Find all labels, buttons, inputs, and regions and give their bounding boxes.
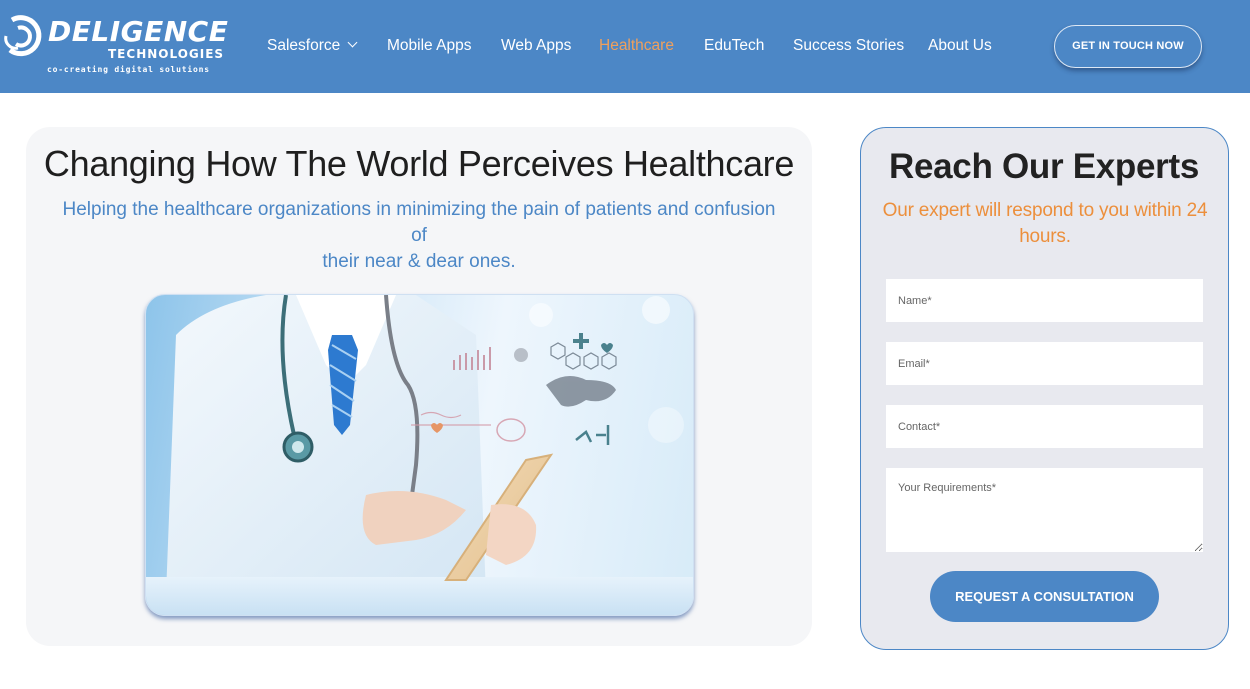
nav-item-edutech[interactable]: EduTech — [704, 34, 764, 58]
nav-item-label: Web Apps — [501, 37, 572, 54]
name-field[interactable] — [886, 279, 1203, 322]
nav-item-about-us[interactable]: About Us — [928, 34, 992, 58]
nav-item-label: Salesforce — [267, 37, 341, 54]
logo-tagline: co-creating digital solutions — [47, 65, 210, 74]
nav-item-web-apps[interactable]: Web Apps — [501, 34, 571, 58]
consultation-form-card: Reach Our Experts Our expert will respon… — [860, 127, 1229, 650]
hero-subtitle-line: of — [411, 225, 427, 246]
nav-item-label: Healthcare — [599, 37, 674, 54]
requirements-field[interactable] — [886, 468, 1203, 552]
form-title: Reach Our Experts — [888, 147, 1200, 186]
hero-subtitle: Helping the healthcare organizations in … — [34, 197, 804, 275]
contact-field[interactable] — [886, 405, 1203, 448]
logo-name: DELIGENCE — [48, 15, 229, 48]
logo[interactable]: DELIGENCE TECHNOLOGIES co-creating digit… — [4, 12, 228, 78]
nav-item-label: Success Stories — [793, 37, 905, 54]
logo-subname: TECHNOLOGIES — [108, 47, 225, 61]
hero-subtitle-line: their near & dear ones. — [322, 251, 516, 272]
get-in-touch-button[interactable]: GET IN TOUCH NOW — [1054, 25, 1202, 68]
nav-item-label: EduTech — [704, 37, 765, 54]
request-consultation-button[interactable]: REQUEST A CONSULTATION — [930, 571, 1159, 622]
page-title: Changing How The World Perceives Healthc… — [43, 143, 795, 184]
hero-image — [145, 294, 694, 616]
doctor-illustration — [146, 295, 693, 615]
nav-item-mobile-apps[interactable]: Mobile Apps — [387, 34, 471, 58]
logo-mark-icon — [4, 15, 42, 57]
email-field[interactable] — [886, 342, 1203, 385]
nav-item-healthcare[interactable]: Healthcare — [599, 34, 674, 58]
nav-item-label: Mobile Apps — [387, 37, 472, 54]
form-subtitle: Our expert will respond to you within 24… — [882, 200, 1208, 247]
chevron-down-icon — [347, 37, 358, 48]
hero-subtitle-line: Helping the healthcare organizations in … — [62, 199, 776, 220]
hero-card: Changing How The World Perceives Healthc… — [26, 127, 812, 646]
nav-item-label: About Us — [928, 37, 992, 54]
nav-item-salesforce[interactable]: Salesforce — [267, 34, 358, 58]
nav-item-success-stories[interactable]: Success Stories — [793, 34, 904, 58]
site-header: DELIGENCE TECHNOLOGIES co-creating digit… — [0, 0, 1250, 93]
